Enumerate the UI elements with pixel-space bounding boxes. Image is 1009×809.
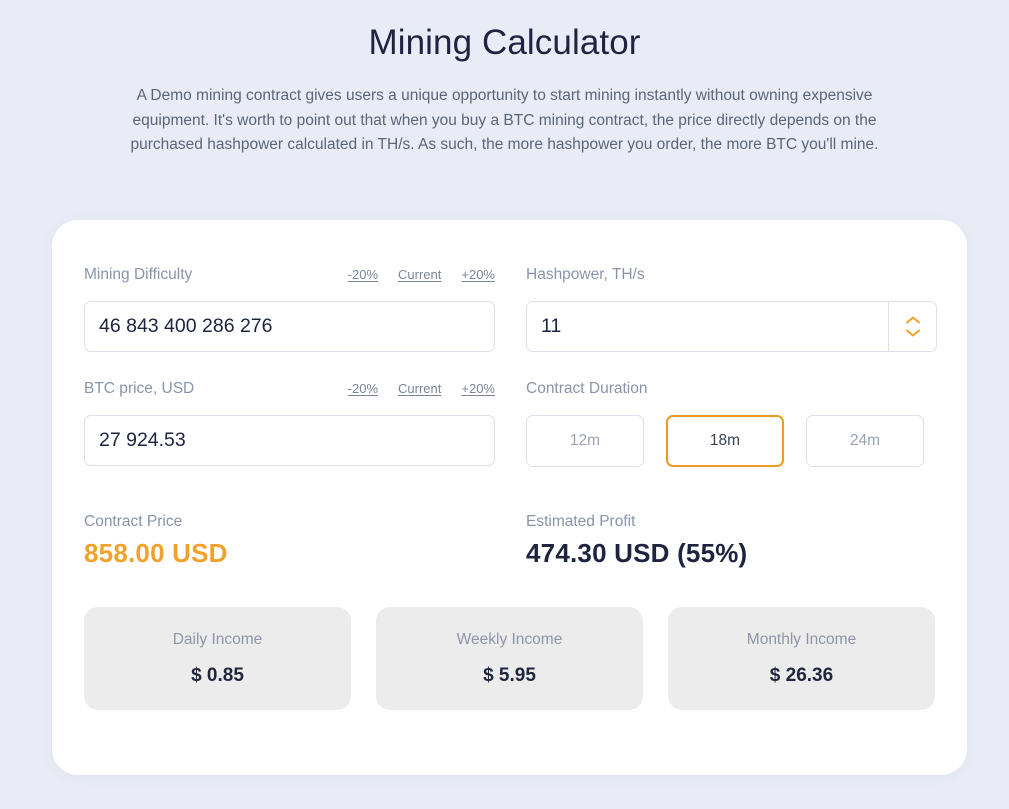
- btc-price-field: BTC price, USD -20% Current +20%: [84, 380, 495, 467]
- mining-difficulty-field: Mining Difficulty -20% Current +20%: [84, 266, 495, 352]
- difficulty-preset-plus20[interactable]: +20%: [461, 267, 495, 282]
- field-row-2: BTC price, USD -20% Current +20% Contrac…: [84, 380, 935, 467]
- mining-calculator-page: Mining Calculator A Demo mining contract…: [0, 0, 1009, 809]
- difficulty-preset-current[interactable]: Current: [398, 267, 441, 282]
- page-description: A Demo mining contract gives users a uni…: [110, 84, 900, 158]
- field-row-1: Mining Difficulty -20% Current +20% Hash…: [84, 266, 935, 352]
- hashpower-input-group: [526, 301, 937, 352]
- estimated-profit-label: Estimated Profit: [526, 513, 937, 531]
- btc-price-label-row: BTC price, USD -20% Current +20%: [84, 380, 495, 402]
- btc-price-label: BTC price, USD: [84, 380, 194, 398]
- btc-price-input[interactable]: [84, 415, 495, 466]
- results-row: Contract Price 858.00 USD Estimated Prof…: [84, 513, 935, 569]
- calculator-content: Mining Difficulty -20% Current +20% Hash…: [84, 266, 935, 710]
- contract-price-label: Contract Price: [84, 513, 495, 531]
- chevron-up-icon[interactable]: [906, 316, 920, 324]
- difficulty-preset-minus20[interactable]: -20%: [348, 267, 378, 282]
- contract-price-result: Contract Price 858.00 USD: [84, 513, 495, 569]
- estimated-profit-value: 474.30 USD (55%): [526, 538, 937, 569]
- btc-price-preset-current[interactable]: Current: [398, 381, 441, 396]
- weekly-income-title: Weekly Income: [457, 631, 563, 649]
- btc-price-preset-plus20[interactable]: +20%: [461, 381, 495, 396]
- hashpower-stepper[interactable]: [888, 302, 936, 351]
- contract-duration-options: 12m 18m 24m: [526, 415, 937, 467]
- hashpower-label-row: Hashpower, TH/s: [526, 266, 937, 288]
- chevron-down-icon[interactable]: [906, 329, 920, 337]
- btc-price-presets: -20% Current +20%: [348, 381, 495, 396]
- monthly-income-title: Monthly Income: [747, 631, 856, 649]
- duration-option-18m[interactable]: 18m: [666, 415, 784, 467]
- daily-income-value: $ 0.85: [191, 665, 244, 687]
- calculator-card: Mining Difficulty -20% Current +20% Hash…: [52, 220, 967, 775]
- hashpower-input[interactable]: [527, 302, 888, 351]
- contract-duration-label: Contract Duration: [526, 380, 647, 398]
- contract-duration-label-row: Contract Duration: [526, 380, 937, 402]
- monthly-income-card: Monthly Income $ 26.36: [668, 607, 935, 710]
- duration-option-24m[interactable]: 24m: [806, 415, 924, 467]
- page-title: Mining Calculator: [0, 0, 1009, 66]
- mining-difficulty-presets: -20% Current +20%: [348, 267, 495, 282]
- daily-income-card: Daily Income $ 0.85: [84, 607, 351, 710]
- mining-difficulty-label-row: Mining Difficulty -20% Current +20%: [84, 266, 495, 288]
- mining-difficulty-label: Mining Difficulty: [84, 266, 192, 284]
- hashpower-label: Hashpower, TH/s: [526, 266, 645, 284]
- contract-price-value: 858.00 USD: [84, 538, 495, 569]
- monthly-income-value: $ 26.36: [770, 665, 833, 687]
- weekly-income-value: $ 5.95: [483, 665, 536, 687]
- daily-income-title: Daily Income: [173, 631, 263, 649]
- weekly-income-card: Weekly Income $ 5.95: [376, 607, 643, 710]
- contract-duration-field: Contract Duration 12m 18m 24m: [526, 380, 937, 467]
- btc-price-preset-minus20[interactable]: -20%: [348, 381, 378, 396]
- hashpower-field: Hashpower, TH/s: [526, 266, 937, 352]
- mining-difficulty-input[interactable]: [84, 301, 495, 352]
- estimated-profit-result: Estimated Profit 474.30 USD (55%): [526, 513, 937, 569]
- duration-option-12m[interactable]: 12m: [526, 415, 644, 467]
- income-cards: Daily Income $ 0.85 Weekly Income $ 5.95…: [84, 607, 935, 710]
